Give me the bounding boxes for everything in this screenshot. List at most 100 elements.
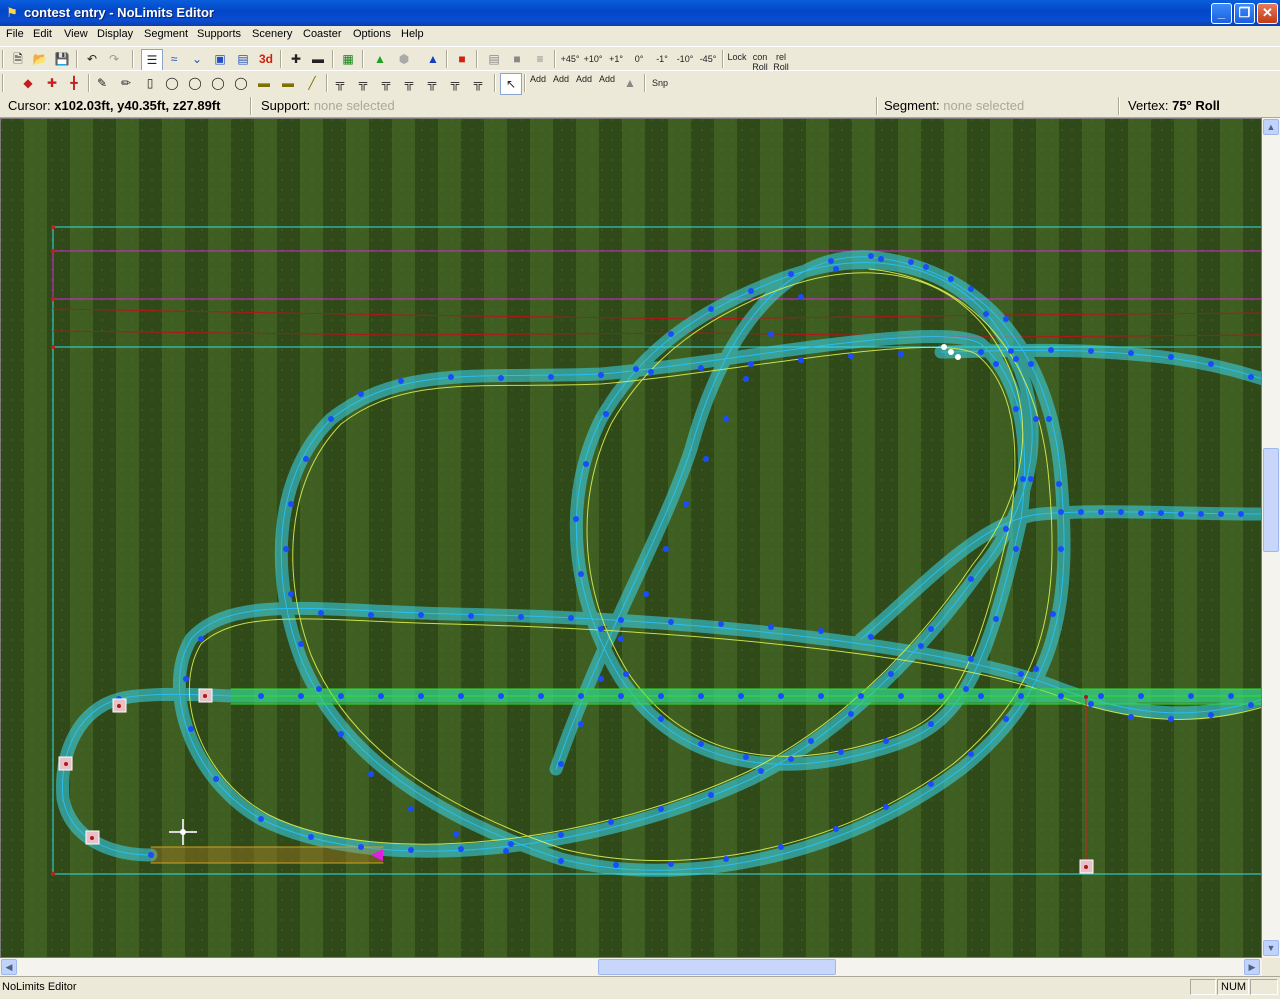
add-button-1[interactable]: Add bbox=[528, 74, 548, 94]
support-value: none selected bbox=[313, 98, 395, 113]
segment-tool-1-icon[interactable]: ◆ bbox=[18, 73, 38, 93]
segment-tool-3-icon[interactable]: ╋ bbox=[64, 73, 84, 93]
rel-roll-button[interactable]: rel Roll bbox=[772, 52, 790, 72]
cylinder-3-icon[interactable]: ◯ bbox=[185, 73, 205, 93]
scroll-corner bbox=[1262, 958, 1280, 976]
support-label: Support: bbox=[261, 98, 311, 113]
window-list-icon[interactable]: ▤ bbox=[484, 49, 504, 69]
dip-icon[interactable]: ⌄ bbox=[187, 49, 207, 69]
ground-icon[interactable]: ▲ bbox=[620, 73, 640, 93]
menu-view[interactable]: View bbox=[64, 28, 88, 40]
beam-3-icon[interactable]: ╱ bbox=[302, 73, 322, 93]
support-4-icon[interactable]: ╦ bbox=[399, 73, 419, 93]
segment-value: none selected bbox=[943, 98, 1025, 113]
remove-vertex-icon[interactable]: ▬ bbox=[308, 49, 328, 69]
save-icon[interactable]: 💾 bbox=[52, 49, 72, 69]
cylinder-5-icon[interactable]: ◯ bbox=[231, 73, 251, 93]
horizontal-scrollbar[interactable]: ◀ ▶ bbox=[0, 958, 1262, 976]
lift-segment[interactable] bbox=[150, 846, 384, 864]
vertical-scroll-thumb[interactable] bbox=[1263, 448, 1279, 552]
cursor-info: Cursor: x102.03ft, y40.35ft, z27.89ft bbox=[8, 98, 220, 113]
maximize-button[interactable]: ❐ bbox=[1234, 3, 1255, 24]
align-icon[interactable]: ≡ bbox=[530, 49, 550, 69]
cylinder-2-icon[interactable]: ◯ bbox=[162, 73, 182, 93]
app-icon[interactable]: ⚑ bbox=[4, 5, 20, 21]
station-platform[interactable] bbox=[230, 688, 1262, 705]
window-title: contest entry - NoLimits Editor bbox=[24, 5, 214, 20]
menu-bar: File Edit View Display Segment Supports … bbox=[0, 26, 1280, 45]
title-bar: ⚑ contest entry - NoLimits Editor _ ❐ ✕ bbox=[0, 0, 1280, 26]
open-folder-icon[interactable]: 📂 bbox=[30, 49, 50, 69]
cylinder-1-icon[interactable]: ▯ bbox=[140, 73, 160, 93]
menu-options[interactable]: Options bbox=[353, 28, 391, 40]
horizontal-scroll-thumb[interactable] bbox=[598, 959, 836, 975]
support-7-icon[interactable]: ╦ bbox=[468, 73, 488, 93]
scroll-down-icon[interactable]: ▼ bbox=[1263, 940, 1279, 956]
add-button-3[interactable]: Add bbox=[574, 74, 594, 94]
train-icon[interactable]: ▣ bbox=[210, 49, 230, 69]
info-bar: Cursor: x102.03ft, y40.35ft, z27.89ft Su… bbox=[0, 95, 1280, 118]
add-vertex-icon[interactable]: ✚ bbox=[286, 49, 306, 69]
fx-icon[interactable]: ■ bbox=[452, 49, 472, 69]
menu-file[interactable]: File bbox=[6, 28, 24, 40]
new-file-icon[interactable]: 🗎 bbox=[8, 49, 28, 69]
menu-display[interactable]: Display bbox=[97, 28, 133, 40]
pencil-alt-icon[interactable]: ✏ bbox=[116, 73, 136, 93]
num-lock-indicator: NUM bbox=[1217, 979, 1249, 995]
add-button-2[interactable]: Add bbox=[551, 74, 571, 94]
track-canvas[interactable] bbox=[1, 119, 1262, 958]
cylinder-4-icon[interactable]: ◯ bbox=[208, 73, 228, 93]
con-roll-button[interactable]: con Roll bbox=[751, 52, 769, 72]
close-button[interactable]: ✕ bbox=[1257, 3, 1278, 24]
cursor-value: x102.03ft, y40.35ft, z27.89ft bbox=[54, 98, 221, 113]
segment-toolbar: ◆ ✚ ╋ ✎ ✏ ▯ ◯ ◯ ◯ ◯ ▬ ▬ ╱ ╦ ╦ ╦ ╦ ╦ ╦ ╦ … bbox=[0, 70, 1280, 95]
menu-supports[interactable]: Supports bbox=[197, 28, 241, 40]
panel-icon[interactable]: ■ bbox=[507, 49, 527, 69]
menu-coaster[interactable]: Coaster bbox=[303, 28, 342, 40]
support-1-icon[interactable]: ╦ bbox=[330, 73, 350, 93]
menu-help[interactable]: Help bbox=[401, 28, 424, 40]
track-view-icon[interactable]: ☰ bbox=[141, 49, 163, 71]
menu-segment[interactable]: Segment bbox=[144, 28, 188, 40]
main-toolbar: 🗎 📂 💾 ↶ ↷ ☰ ≈ ⌄ ▣ ▤ 3d ✚ ▬ ▦ ▲ ⬢ ▲ ■ ▤ ■… bbox=[0, 46, 1280, 72]
segment-info: Segment: none selected bbox=[884, 98, 1024, 113]
add-button-4[interactable]: Add bbox=[597, 74, 617, 94]
menu-scenery[interactable]: Scenery bbox=[252, 28, 292, 40]
minimize-button[interactable]: _ bbox=[1211, 3, 1232, 24]
support-5-icon[interactable]: ╦ bbox=[422, 73, 442, 93]
status-bar: NoLimits Editor NUM bbox=[0, 976, 1280, 999]
stop-icon[interactable]: ⬢ bbox=[394, 49, 414, 69]
support-info: Support: none selected bbox=[261, 98, 395, 113]
cursor-label: Cursor: bbox=[8, 98, 51, 113]
lock-button[interactable]: Lock bbox=[727, 52, 747, 72]
menu-edit[interactable]: Edit bbox=[33, 28, 52, 40]
scroll-right-icon[interactable]: ▶ bbox=[1244, 959, 1260, 975]
beam-1-icon[interactable]: ▬ bbox=[254, 73, 274, 93]
select-arrow-icon[interactable]: ↖ bbox=[500, 73, 522, 95]
transfer-icon[interactable]: ▲ bbox=[423, 49, 443, 69]
vertical-scrollbar[interactable]: ▲ ▼ bbox=[1262, 118, 1280, 958]
status-cell-scroll bbox=[1250, 979, 1278, 995]
status-text: NoLimits Editor bbox=[2, 981, 77, 993]
vertex-label: Vertex: bbox=[1128, 98, 1169, 113]
editor-viewport[interactable] bbox=[0, 118, 1262, 958]
beam-2-icon[interactable]: ▬ bbox=[278, 73, 298, 93]
train-alt-icon[interactable]: ▤ bbox=[233, 49, 253, 69]
curve-icon[interactable]: ≈ bbox=[164, 49, 184, 69]
status-cell-empty bbox=[1190, 979, 1216, 995]
play-icon[interactable]: ▲ bbox=[370, 49, 390, 69]
vertex-info: Vertex: 75° Roll bbox=[1128, 98, 1220, 113]
segment-tool-2-icon[interactable]: ✚ bbox=[42, 73, 62, 93]
vertex-value: 75° Roll bbox=[1172, 98, 1220, 113]
three-d-button[interactable]: 3d bbox=[256, 49, 276, 69]
pencil-icon[interactable]: ✎ bbox=[92, 73, 112, 93]
scroll-up-icon[interactable]: ▲ bbox=[1263, 119, 1279, 135]
redo-icon[interactable]: ↷ bbox=[104, 49, 124, 69]
undo-icon[interactable]: ↶ bbox=[82, 49, 102, 69]
scroll-left-icon[interactable]: ◀ bbox=[1, 959, 17, 975]
segment-label: Segment: bbox=[884, 98, 940, 113]
support-3-icon[interactable]: ╦ bbox=[376, 73, 396, 93]
support-6-icon[interactable]: ╦ bbox=[445, 73, 465, 93]
support-2-icon[interactable]: ╦ bbox=[353, 73, 373, 93]
grid-icon[interactable]: ▦ bbox=[338, 49, 358, 69]
